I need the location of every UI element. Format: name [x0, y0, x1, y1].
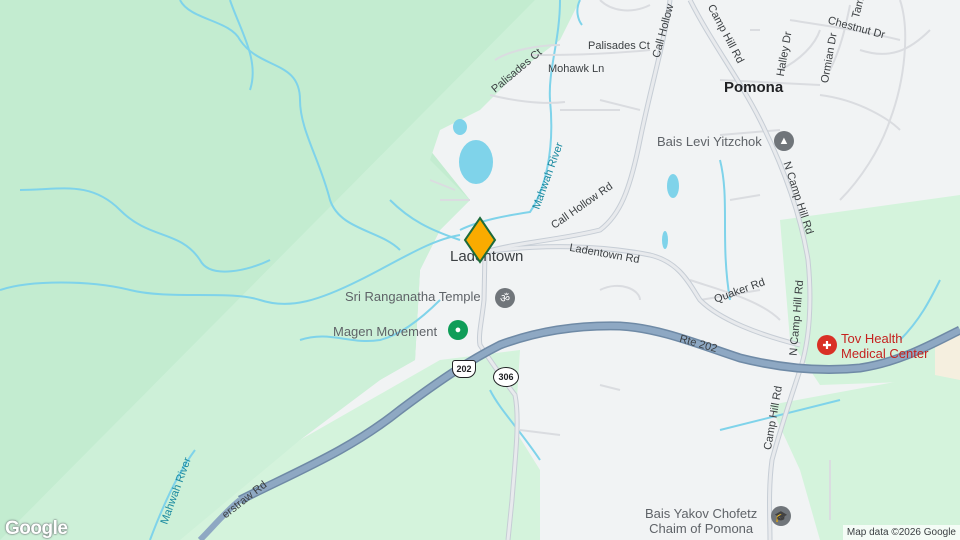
poi-label-bais-yakov-line2: Chaim of Pomona: [649, 521, 754, 536]
map-base-layer: [0, 0, 960, 540]
us-route-shield-202: 202: [452, 360, 476, 378]
poi-label-tov-health-line2: Medical Center: [841, 346, 929, 361]
poi-label-bais-yakov-line1: Bais Yakov Chofetz: [645, 506, 758, 521]
pond-east: [667, 174, 679, 198]
poi-label-temple[interactable]: Sri Ranganatha Temple: [345, 289, 481, 304]
google-logo[interactable]: Google: [5, 518, 68, 540]
road-label-mohawk-ln: Mohawk Ln: [548, 63, 605, 75]
poi-label-tov-health-line1: Tov Health: [841, 331, 903, 346]
poi-label-tov-health[interactable]: Tov Health Medical Center: [841, 331, 928, 361]
om-icon[interactable]: ॐ: [495, 288, 515, 308]
pond: [459, 140, 493, 184]
school-icon[interactable]: 🎓: [771, 506, 791, 526]
poi-label-bais-yakov[interactable]: Bais Yakov Chofetz Chaim of Pomona: [645, 506, 757, 536]
poi-label-bais-levi[interactable]: Bais Levi Yitzchok: [657, 134, 762, 149]
state-route-shield-306: 306: [493, 367, 519, 387]
map-attribution[interactable]: Map data ©2026 Google: [842, 525, 960, 540]
hospital-icon[interactable]: ✚: [817, 335, 837, 355]
pond-small: [453, 119, 467, 135]
place-icon[interactable]: ●: [448, 320, 468, 340]
poi-label-magen[interactable]: Magen Movement: [333, 324, 437, 339]
road-label-palisades-ct: Palisades Ct: [588, 40, 650, 52]
worship-icon[interactable]: ▲: [774, 131, 794, 151]
pond-east-2: [662, 231, 668, 249]
map-canvas[interactable]: Ladentown Pomona Sri Ranganatha Temple ॐ…: [0, 0, 960, 540]
location-pin-icon[interactable]: [463, 216, 497, 264]
place-label-pomona[interactable]: Pomona: [724, 79, 783, 96]
